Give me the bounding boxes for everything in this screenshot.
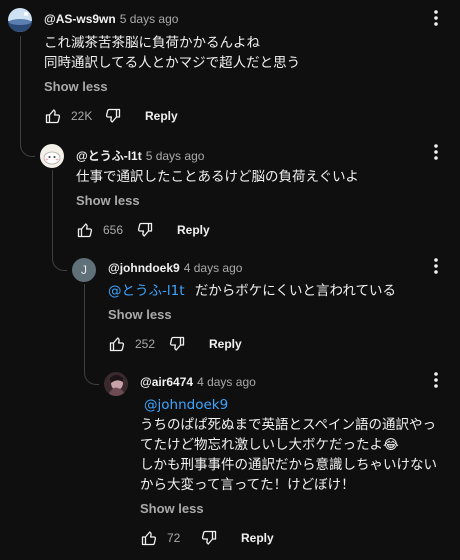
- more-button[interactable]: [424, 254, 448, 278]
- like-button[interactable]: [137, 526, 161, 550]
- action-bar: 252 Reply: [105, 332, 242, 356]
- show-less-button[interactable]: Show less: [108, 307, 172, 322]
- avatar[interactable]: [104, 372, 128, 396]
- timestamp[interactable]: 4 days ago: [184, 261, 243, 275]
- action-bar: 656 Reply: [73, 218, 210, 242]
- timestamp[interactable]: 5 days ago: [146, 149, 205, 163]
- like-icon: [77, 223, 93, 238]
- reply-button[interactable]: Reply: [145, 109, 178, 123]
- like-count: 252: [135, 337, 156, 351]
- author-name[interactable]: @air6474: [140, 375, 193, 389]
- more-vert-icon: [434, 144, 438, 160]
- dislike-icon: [105, 108, 121, 123]
- dislike-icon: [137, 222, 153, 237]
- comment-header: @johndoek9 4 days ago: [108, 261, 242, 275]
- thread-connector: [52, 242, 67, 271]
- like-icon: [109, 337, 125, 352]
- more-vert-icon: [434, 10, 438, 26]
- comment-header: @AS-ws9wn 5 days ago: [44, 12, 178, 26]
- more-button[interactable]: [424, 368, 448, 392]
- comment-header: @air6474 4 days ago: [140, 375, 256, 389]
- reply-button[interactable]: Reply: [209, 337, 242, 351]
- dislike-button[interactable]: [133, 218, 157, 242]
- comment-text: 仕事で通訳したことあるけど脳の負荷えぐいよ: [76, 169, 359, 185]
- comment-text: @とうふ-l1t だからボケにくいと言われている: [108, 283, 396, 299]
- dislike-icon: [169, 336, 185, 351]
- reply-button[interactable]: Reply: [177, 223, 210, 237]
- like-icon: [141, 531, 157, 546]
- author-name[interactable]: @AS-ws9wn: [44, 12, 116, 26]
- dislike-button[interactable]: [101, 104, 125, 128]
- like-button[interactable]: [41, 104, 65, 128]
- avatar-letter: J: [81, 263, 87, 277]
- comment-header: @とうふ-l1t 5 days ago: [76, 147, 204, 164]
- like-count: 656: [103, 223, 124, 237]
- comment-text: これ滅茶苦茶脳に負荷かかるんよね 同時通訳してる人とかマジで超人だと思う: [44, 35, 301, 71]
- avatar[interactable]: [40, 144, 64, 168]
- action-bar: 72 Reply: [137, 526, 274, 550]
- like-button[interactable]: [73, 218, 97, 242]
- more-button[interactable]: [424, 6, 448, 30]
- more-button[interactable]: [424, 140, 448, 164]
- mention-link[interactable]: @とうふ-l1t: [108, 283, 185, 299]
- mention-link[interactable]: @johndoek9: [144, 397, 228, 413]
- reply-button[interactable]: Reply: [241, 531, 274, 545]
- thread-connector: [84, 356, 99, 385]
- author-name[interactable]: @とうふ-l1t: [76, 149, 142, 163]
- show-less-button[interactable]: Show less: [76, 193, 140, 208]
- show-less-button[interactable]: Show less: [140, 501, 204, 516]
- dislike-button[interactable]: [197, 526, 221, 550]
- like-count: 22K: [71, 109, 93, 123]
- show-less-button[interactable]: Show less: [44, 79, 108, 94]
- avatar[interactable]: J: [72, 258, 96, 282]
- dislike-icon: [201, 530, 217, 545]
- timestamp[interactable]: 5 days ago: [120, 12, 179, 26]
- timestamp[interactable]: 4 days ago: [197, 375, 256, 389]
- avatar[interactable]: [8, 8, 32, 32]
- like-button[interactable]: [105, 332, 129, 356]
- more-vert-icon: [434, 372, 438, 388]
- like-icon: [45, 109, 61, 124]
- action-bar: 22K Reply: [41, 104, 178, 128]
- comment-text: @johndoek9 うちのぱぱ死ぬまで英語とスペイン語の通訳やっ てたけど物忘…: [140, 397, 437, 493]
- like-count: 72: [167, 531, 181, 545]
- author-name[interactable]: @johndoek9: [108, 261, 180, 275]
- dislike-button[interactable]: [165, 332, 189, 356]
- thread-connector: [20, 128, 35, 157]
- more-vert-icon: [434, 258, 438, 274]
